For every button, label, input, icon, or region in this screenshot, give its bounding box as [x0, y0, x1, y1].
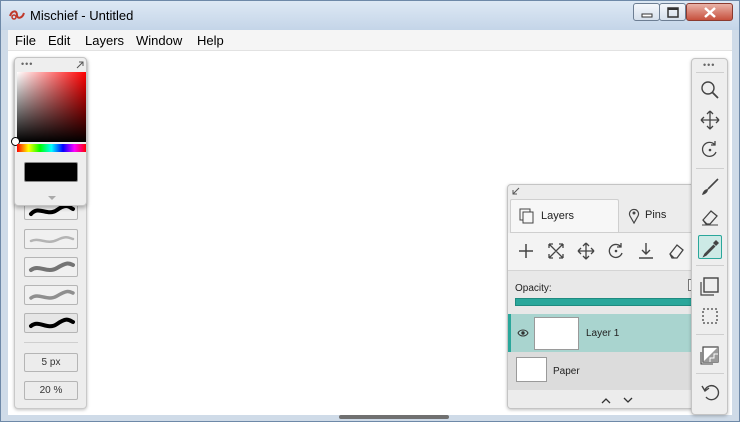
- paper-thumbnail: [516, 357, 547, 382]
- chevron-down-icon[interactable]: [623, 397, 633, 404]
- horizontal-scrollbar[interactable]: [339, 415, 449, 419]
- title-bar: Mischief - Untitled: [1, 1, 739, 30]
- app-window: Mischief - Untitled File Edit Layers Win…: [0, 0, 740, 422]
- divider: [696, 72, 724, 73]
- tool-palette: •••: [691, 58, 728, 415]
- undo-tool[interactable]: [698, 380, 722, 404]
- transparency-tool[interactable]: [698, 343, 722, 367]
- tab-layers[interactable]: Layers: [510, 199, 619, 232]
- saturation-value-square[interactable]: [17, 72, 86, 142]
- add-layer-icon[interactable]: [516, 241, 536, 261]
- layer-name: Paper: [553, 366, 580, 377]
- pin-icon: [628, 208, 640, 224]
- tab-layers-label: Layers: [541, 210, 575, 222]
- menu-layers[interactable]: Layers: [85, 33, 124, 48]
- layer-name: Layer 1: [586, 328, 620, 339]
- minimize-button[interactable]: [633, 3, 660, 21]
- maximize-icon: [667, 7, 679, 18]
- brush-size-button[interactable]: 5 px: [24, 353, 78, 372]
- window-title: Mischief - Untitled: [30, 8, 134, 23]
- brush-preset-5[interactable]: [24, 313, 78, 333]
- chevron-down-icon[interactable]: [47, 195, 57, 201]
- opacity-label: Opacity:: [515, 283, 552, 294]
- selection-icon: [702, 308, 718, 324]
- brush-stroke-icon: [29, 289, 75, 300]
- transparency-icon: [700, 346, 719, 365]
- brush-preset-2[interactable]: [24, 229, 78, 249]
- divider: [696, 373, 724, 374]
- panel-grip-icon[interactable]: •••: [21, 60, 33, 69]
- expand-corner-icon[interactable]: [76, 61, 84, 69]
- collapse-corner-icon[interactable]: [512, 187, 520, 195]
- shape-icon: [700, 277, 719, 296]
- maximize-button[interactable]: [659, 3, 686, 21]
- menu-help[interactable]: Help: [197, 33, 224, 48]
- rotate-icon[interactable]: [606, 241, 626, 261]
- brush-opacity-button[interactable]: 20 %: [24, 381, 78, 400]
- brush-stroke-icon: [29, 235, 75, 243]
- zoom-icon: [701, 81, 719, 99]
- menu-window[interactable]: Window: [136, 33, 182, 48]
- tab-pins[interactable]: Pins: [620, 199, 696, 232]
- selection-tool[interactable]: [698, 304, 722, 328]
- color-picker-panel: •••: [11, 57, 87, 206]
- eraser-tool[interactable]: [698, 205, 722, 229]
- current-color-swatch[interactable]: [24, 162, 78, 182]
- divider: [696, 334, 724, 335]
- tab-pins-label: Pins: [645, 209, 667, 221]
- erase-icon[interactable]: [666, 241, 686, 261]
- layers-icon: [519, 208, 534, 224]
- rotate-canvas-tool[interactable]: [698, 138, 722, 162]
- shape-tool[interactable]: [698, 274, 722, 298]
- divider: [696, 168, 724, 169]
- layer-row-paper[interactable]: Paper: [508, 352, 696, 390]
- eraser-icon: [702, 210, 718, 226]
- menu-edit[interactable]: Edit: [48, 33, 70, 48]
- opacity-slider[interactable]: [515, 298, 696, 306]
- brush-preset-4[interactable]: [24, 285, 78, 305]
- app-logo-icon: [9, 10, 25, 20]
- layer-row-layer-1[interactable]: Layer 1: [508, 314, 696, 352]
- close-button[interactable]: [686, 3, 733, 21]
- eye-icon[interactable]: [517, 328, 529, 338]
- transform-icon[interactable]: [546, 241, 566, 261]
- panel-grip-icon[interactable]: •••: [703, 61, 715, 70]
- menu-file[interactable]: File: [15, 33, 36, 48]
- layer-thumbnail: [534, 317, 579, 350]
- close-icon: [704, 7, 716, 18]
- rotate-canvas-icon: [701, 141, 717, 157]
- chevron-up-icon[interactable]: [601, 397, 611, 404]
- layer-nav: [508, 390, 696, 408]
- eyedropper-icon: [702, 240, 719, 258]
- undo-icon: [701, 384, 720, 401]
- brush-icon: [702, 178, 719, 195]
- move-icon[interactable]: [576, 241, 596, 261]
- pan-tool[interactable]: [698, 108, 722, 132]
- brush-tool[interactable]: [698, 175, 722, 199]
- layer-opacity-section: Opacity:: [508, 270, 696, 314]
- menu-bar: File Edit Layers Window Help: [8, 30, 732, 51]
- divider: [696, 265, 724, 266]
- layers-panel: Layers Pins Opacity: Layer 1 Paper: [507, 184, 697, 409]
- merge-down-icon[interactable]: [636, 241, 656, 261]
- hue-slider[interactable]: [17, 144, 86, 152]
- divider: [24, 342, 78, 343]
- zoom-tool[interactable]: [698, 78, 722, 102]
- layer-tools-bar: [508, 233, 696, 270]
- minimize-icon: [641, 13, 653, 18]
- brush-stroke-icon: [29, 317, 75, 329]
- eyedropper-tool[interactable]: [698, 235, 722, 259]
- brush-stroke-icon: [29, 261, 75, 272]
- pan-icon: [700, 110, 720, 130]
- brush-preset-3[interactable]: [24, 257, 78, 277]
